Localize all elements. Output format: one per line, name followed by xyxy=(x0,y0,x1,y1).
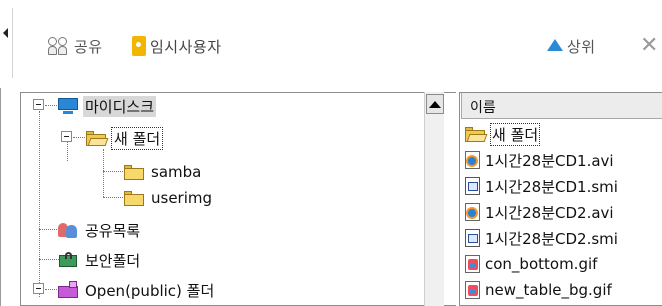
tree-line xyxy=(103,149,104,197)
tree-item-label: 새 폴더 xyxy=(111,126,164,150)
guest-user-label: 임시사용자 xyxy=(150,37,222,56)
collapse-arrow-icon[interactable] xyxy=(3,28,8,38)
tree-item-samba[interactable]: samba xyxy=(123,159,203,185)
tree-item-label: 보안폴더 xyxy=(85,251,141,270)
tree-item-label: Open(public) 폴더 xyxy=(85,281,215,300)
list-item[interactable]: con_bottom.gif xyxy=(464,251,597,277)
tree-scrollbar[interactable] xyxy=(424,92,444,306)
subtitle-file-icon xyxy=(464,228,482,248)
folder-tree: 마이디스크 새 폴더 samba userimg 공유목록 보안폴더 Open(… xyxy=(20,92,456,306)
toolbar: 공유 임시사용자 상위 ✕ xyxy=(0,0,662,88)
list-item[interactable]: 1시간28분CD1.avi xyxy=(464,147,614,173)
column-header-label: 이름 xyxy=(470,100,496,116)
tree-item-secure-folder[interactable]: 보안폴더 xyxy=(57,247,142,273)
tree-line xyxy=(103,197,123,198)
public-folder-icon xyxy=(57,281,79,299)
folder-icon xyxy=(123,189,145,207)
guest-user-icon xyxy=(132,36,146,56)
tree-item-new-folder[interactable]: 새 폴더 xyxy=(85,125,164,151)
close-icon: ✕ xyxy=(640,33,659,58)
tree-line xyxy=(45,105,57,106)
file-manager-window: 공유 임시사용자 상위 ✕ 마이디스크 새 폴더 samba userimg 공… xyxy=(0,0,662,306)
column-header-name[interactable]: 이름 xyxy=(460,93,662,119)
tree-item-share-list[interactable]: 공유목록 xyxy=(57,217,142,243)
list-item-name: 1시간28분CD2.smi xyxy=(485,229,618,248)
video-file-icon xyxy=(464,202,482,222)
up-folder-label: 상위 xyxy=(567,37,596,56)
video-file-icon xyxy=(464,150,482,170)
list-item-name: new_table_bg.gif xyxy=(485,281,612,299)
tree-line xyxy=(103,171,123,172)
collapse-toggle[interactable] xyxy=(61,131,72,142)
scroll-up-button[interactable] xyxy=(426,94,444,114)
share-label: 공유 xyxy=(74,37,103,56)
list-item[interactable]: 1시간28분CD1.smi xyxy=(464,173,618,199)
list-item-name: 새 폴더 xyxy=(490,122,541,146)
list-item[interactable]: new_table_bg.gif xyxy=(464,277,612,303)
list-item[interactable]: 새 폴더 xyxy=(464,121,541,147)
scroll-up-arrow-icon xyxy=(429,100,441,108)
tree-line xyxy=(39,229,59,230)
computer-icon xyxy=(57,97,79,115)
toolbar-divider xyxy=(12,8,13,78)
tree-item-label: 마이디스크 xyxy=(83,95,157,117)
file-list: 이름 새 폴더 1시간28분CD1.avi 1시간28분CD1.smi 1시간2… xyxy=(459,92,662,306)
tree-line xyxy=(39,111,40,297)
tree-item-userimg[interactable]: userimg xyxy=(123,185,214,211)
image-file-icon xyxy=(464,254,482,274)
folder-open-icon xyxy=(85,129,109,147)
close-button[interactable]: ✕ xyxy=(640,34,658,58)
tree-item-label: userimg xyxy=(151,189,213,207)
list-item-name: 1시간28분CD1.smi xyxy=(485,177,618,196)
tree-item-label: 공유목록 xyxy=(85,221,141,240)
tree-item-mydisk[interactable]: 마이디스크 xyxy=(57,93,157,119)
share-users-icon xyxy=(48,37,68,55)
folder-icon xyxy=(123,163,145,181)
secure-folder-icon xyxy=(57,251,79,269)
collapse-toggle[interactable] xyxy=(33,283,44,294)
up-folder-button[interactable]: 상위 xyxy=(547,34,596,58)
up-arrow-icon xyxy=(547,39,563,51)
tree-item-public-folder[interactable]: Open(public) 폴더 xyxy=(57,277,216,303)
list-item[interactable]: 1시간28분CD2.avi xyxy=(464,199,614,225)
subtitle-file-icon xyxy=(464,176,482,196)
tree-item-label: samba xyxy=(151,163,202,181)
list-item-name: 1시간28분CD2.avi xyxy=(485,203,614,222)
list-item[interactable]: 1시간28분CD2.smi xyxy=(464,225,618,251)
list-item-name: 1시간28분CD1.avi xyxy=(485,151,614,170)
collapse-toggle[interactable] xyxy=(33,99,44,110)
guest-user-button[interactable]: 임시사용자 xyxy=(132,34,222,58)
list-item-name: con_bottom.gif xyxy=(485,255,598,273)
folder-open-icon xyxy=(464,125,488,143)
share-button[interactable]: 공유 xyxy=(48,34,103,58)
image-file-icon xyxy=(464,280,482,300)
share-users-icon xyxy=(57,221,79,239)
column-separator xyxy=(460,93,462,119)
tree-line xyxy=(39,259,59,260)
